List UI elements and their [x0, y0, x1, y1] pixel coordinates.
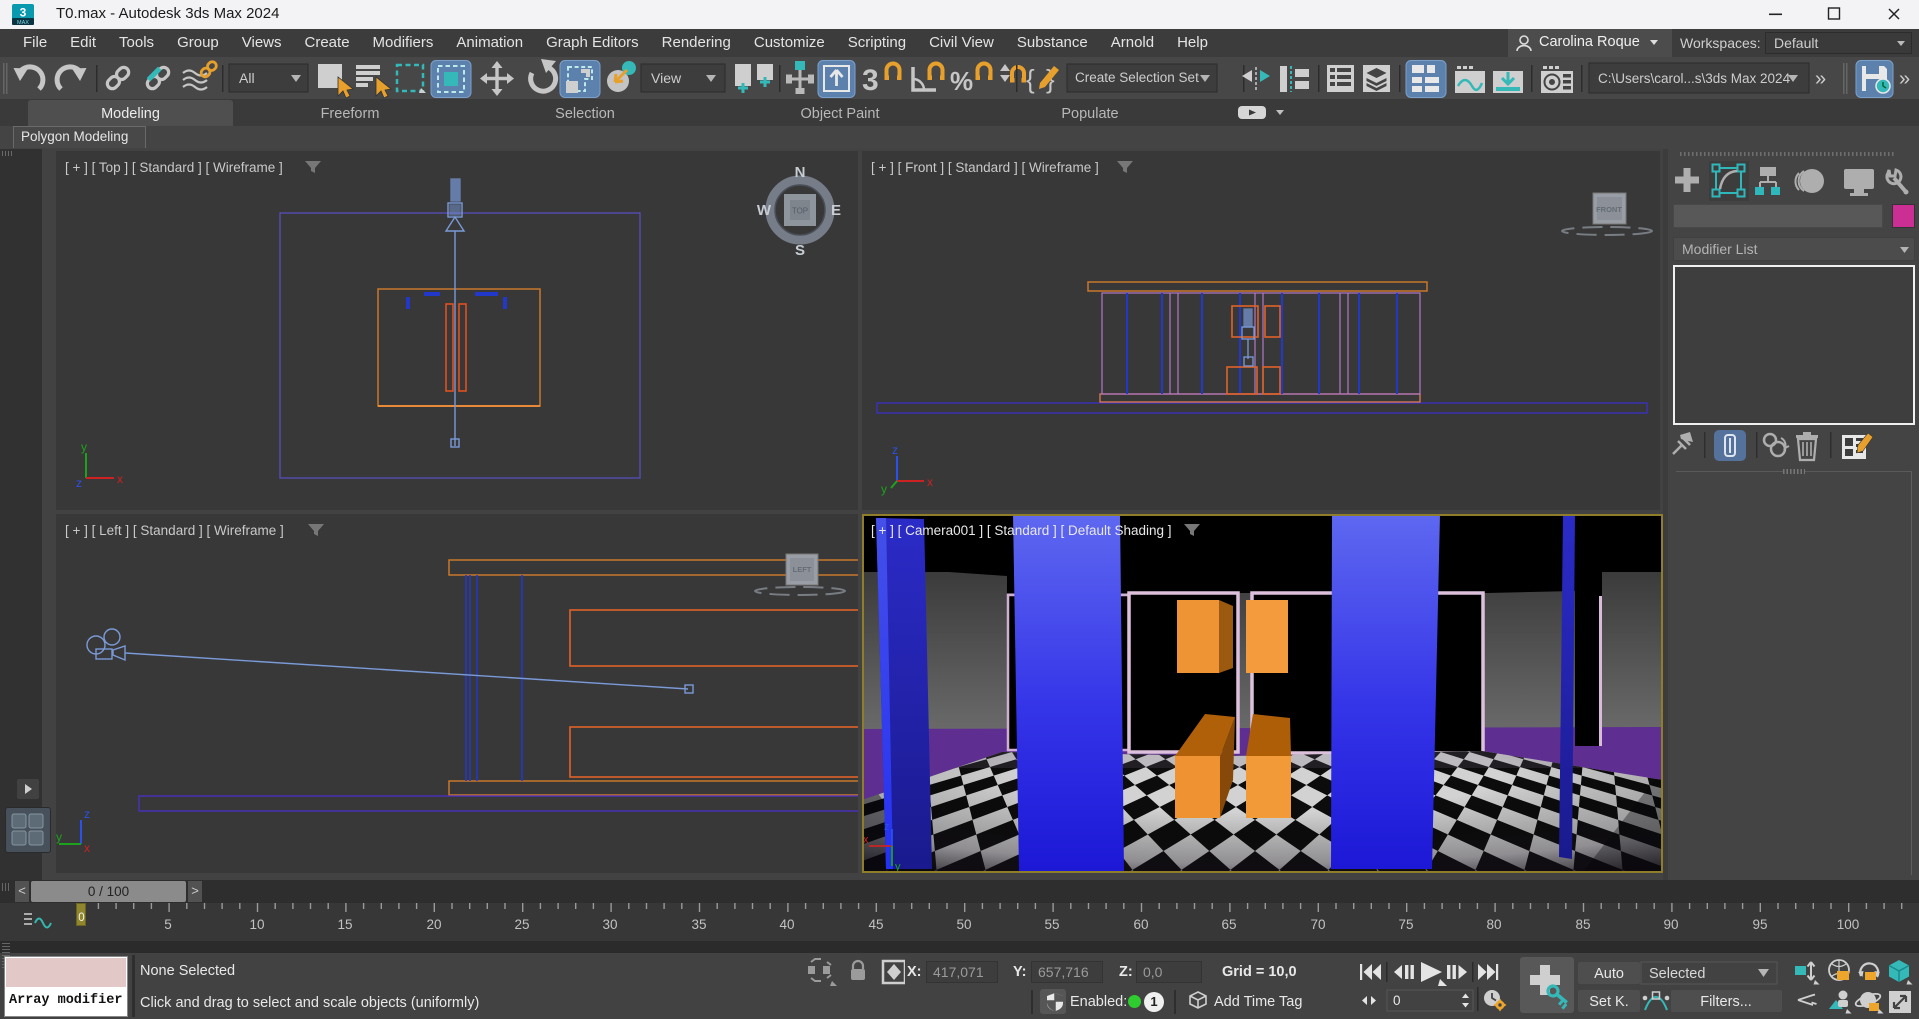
- svg-text:W: W: [757, 202, 772, 219]
- svg-text:{: {: [1026, 64, 1035, 94]
- svg-text:3: 3: [20, 6, 27, 20]
- svg-text:MAX: MAX: [17, 20, 29, 26]
- svg-text:N: N: [795, 164, 806, 181]
- svg-text:S: S: [795, 242, 805, 259]
- svg-text:x: x: [84, 841, 90, 855]
- svg-text:y: y: [81, 440, 87, 454]
- svg-text:Auto: Auto: [1594, 966, 1624, 982]
- svg-text:C:\Users\carol...s\3ds Max 202: C:\Users\carol...s\3ds Max 2024: [1598, 71, 1791, 86]
- svg-text:TOP: TOP: [792, 207, 808, 216]
- svg-text:z: z: [76, 476, 82, 490]
- svg-text:All: All: [239, 70, 255, 86]
- svg-text:Set K.: Set K.: [1589, 994, 1629, 1010]
- svg-text:x: x: [863, 834, 869, 846]
- svg-text:3: 3: [862, 64, 879, 97]
- svg-text:y: y: [895, 861, 901, 873]
- svg-text:z: z: [892, 443, 898, 457]
- svg-text:z: z: [884, 821, 890, 833]
- svg-text:%: %: [950, 66, 973, 96]
- svg-text:x: x: [927, 475, 933, 489]
- svg-text:Create Selection Set: Create Selection Set: [1075, 70, 1199, 85]
- svg-text:z: z: [84, 807, 90, 821]
- svg-text:»: »: [1899, 68, 1910, 90]
- svg-text:FRONT: FRONT: [1596, 205, 1622, 214]
- svg-text:View: View: [651, 70, 682, 86]
- svg-text:0: 0: [1393, 993, 1401, 1008]
- svg-text:»: »: [1815, 68, 1826, 90]
- svg-text:y: y: [881, 482, 887, 496]
- svg-text:y: y: [56, 830, 62, 844]
- svg-text:E: E: [831, 202, 841, 219]
- svg-text:Filters...: Filters...: [1700, 994, 1752, 1010]
- svg-text:Selected: Selected: [1649, 966, 1705, 982]
- svg-text:LEFT: LEFT: [793, 565, 812, 574]
- svg-text:x: x: [117, 472, 123, 486]
